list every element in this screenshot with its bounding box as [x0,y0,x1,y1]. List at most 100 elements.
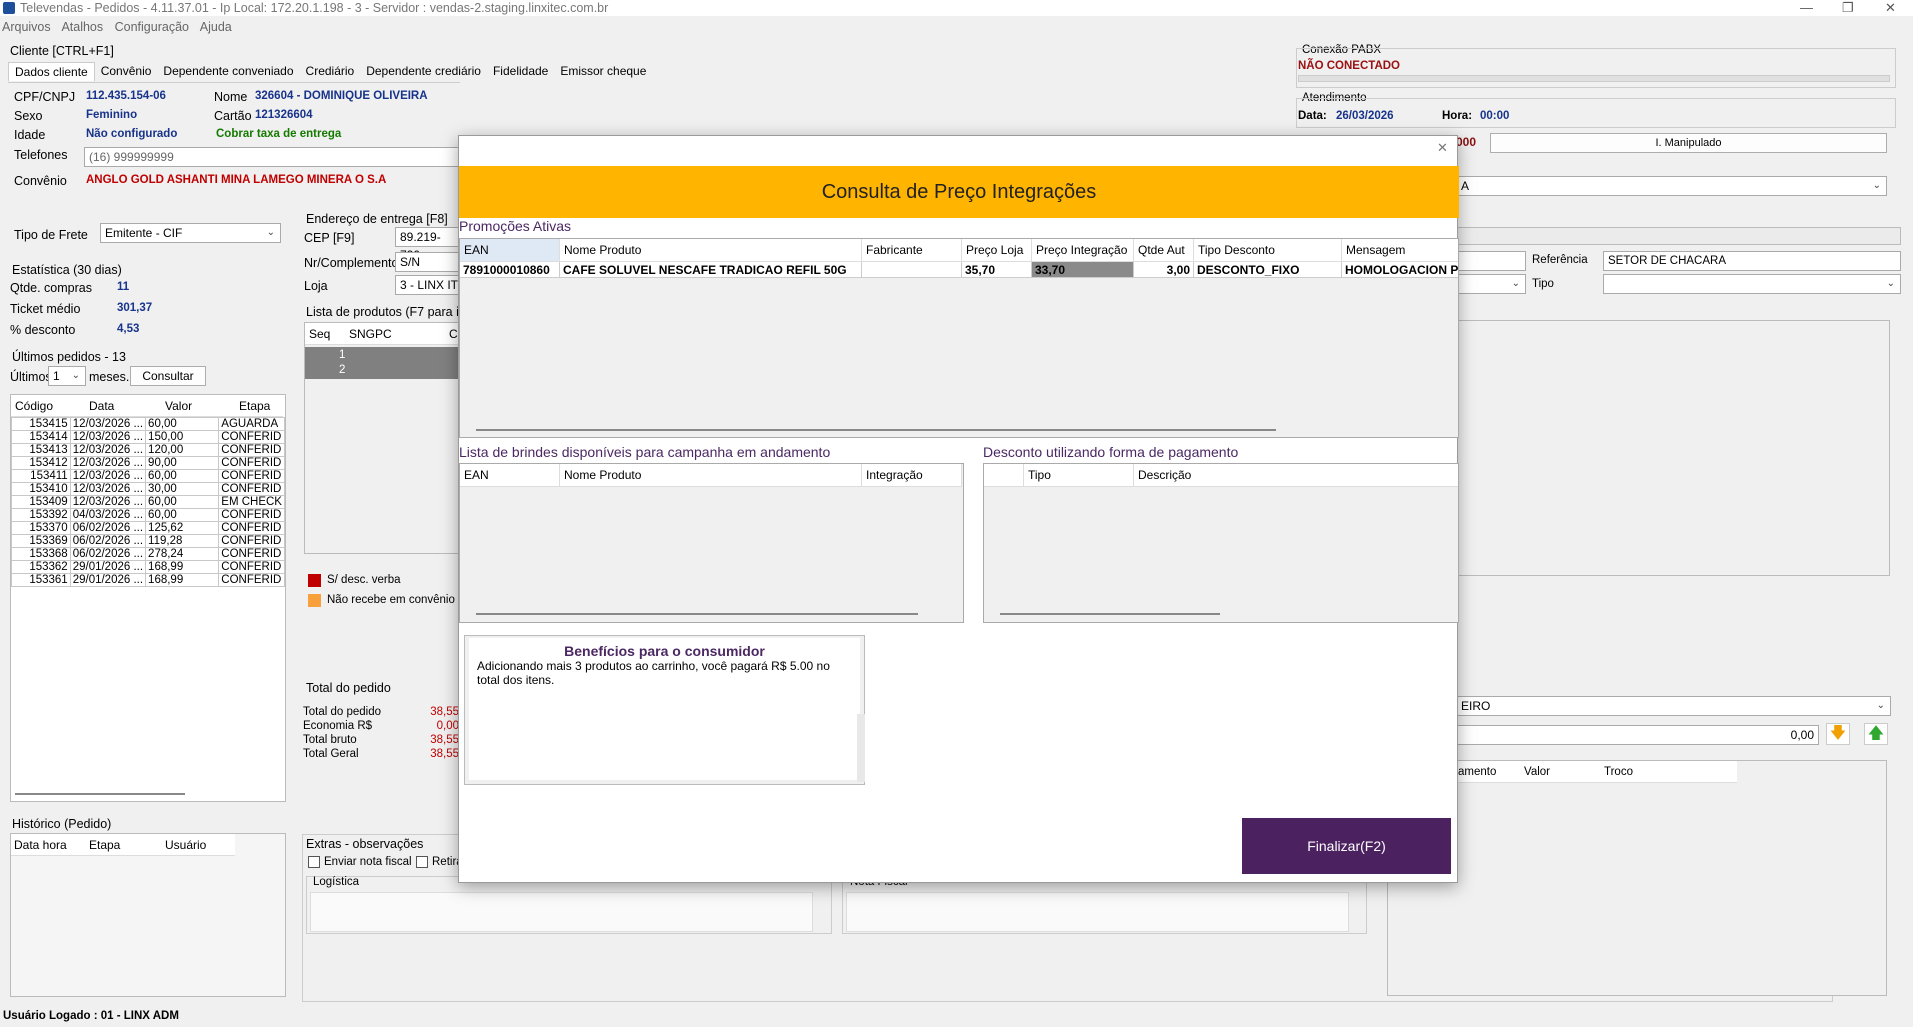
promocoes-grid[interactable]: EAN Nome Produto Fabricante Preço Loja P… [459,238,1459,438]
total-value: 38,55 [430,734,459,746]
cliente-tabs: Dados cliente Convênio Dependente conven… [8,62,652,81]
tab-emissor-cheque[interactable]: Emissor cheque [554,62,652,81]
finalizar-button[interactable]: Finalizar(F2) [1242,818,1451,874]
produto-row-1[interactable]: 1 [339,349,345,361]
pedido-row[interactable]: 153409 12/03/2026 ... 60,00 EM CHECK [11,495,285,509]
consultar-button[interactable]: Consultar [130,366,206,386]
historico-grid[interactable]: Data hora Etapa Usuário [10,833,286,997]
pedido-data: 12/03/2026 ... [69,469,147,483]
desc-label: % desconto [10,323,76,337]
pedido-codigo: 153410 [11,482,71,496]
desconto-title: Desconto utilizando forma de pagamento [983,444,1239,460]
pedido-valor: 150,00 [145,430,220,444]
tab-dados-cliente[interactable]: Dados cliente [8,62,95,81]
enviar-nota-checkbox[interactable] [308,856,320,868]
ultimos-title: Últimos pedidos - 13 [12,350,126,364]
logistica-textarea[interactable] [310,892,813,932]
pedido-row[interactable]: 153414 12/03/2026 ... 150,00 CONFERID [11,430,285,444]
cpf-label: CPF/CNPJ [14,90,76,104]
referencia-field[interactable]: SETOR DE CHACARA [1603,251,1901,271]
pedido-row[interactable]: 153369 06/02/2026 ... 119,28 CONFERID [11,534,285,548]
ultimos-pedidos-grid[interactable]: Código Data Valor Etapa 153415 12/03/2026… [10,394,286,802]
beneficios-scrollbar[interactable] [857,714,865,782]
telefone-field[interactable]: (16) 999999999 [84,147,460,167]
menu-atalhos[interactable]: Atalhos [61,20,103,34]
maximize-button[interactable]: ❐ [1842,0,1854,16]
cep-field[interactable]: 89.219-720 [395,227,459,262]
retira-checkbox[interactable] [416,856,428,868]
col-etapa: Etapa [239,399,271,413]
cell-ean[interactable]: 7891000010860 [460,262,560,278]
field-left[interactable] [1456,251,1526,271]
cell-qtde-aut[interactable]: 3,00 [1134,262,1194,278]
small-select[interactable]: ⌄ [1456,274,1526,294]
menu-ajuda[interactable]: Ajuda [200,20,232,34]
menu-arquivos[interactable]: Arquivos [2,20,51,34]
cell-fabricante[interactable] [862,262,962,278]
total-label: Total bruto [303,734,357,746]
promocoes-scrollbar[interactable] [476,429,1276,431]
brindes-grid[interactable]: EAN Nome Produto Integração [459,463,964,623]
pedido-etapa: AGUARDA [218,417,285,431]
pagamentos-grid[interactable]: amento Valor Troco [1387,760,1887,996]
tipo-select[interactable]: ⌄ [1603,274,1901,294]
pedido-row[interactable]: 153413 12/03/2026 ... 120,00 CONFERID [11,443,285,457]
loja-field[interactable]: 3 - LINX ITEC [395,275,459,295]
data-value: 26/03/2026 [1336,110,1394,122]
tab-dependente-conveniado[interactable]: Dependente conveniado [157,62,299,81]
atendimento-select[interactable]: A ⌄ [1456,176,1887,196]
close-window-button[interactable]: ✕ [1885,0,1896,16]
brindes-scrollbar[interactable] [476,613,918,615]
pabx-progress [1298,75,1890,82]
pedido-etapa: CONFERID [218,508,285,522]
beneficios-title: Benefícios para o consumidor [564,643,765,659]
ultimos-n-select[interactable]: 1 ⌄ [48,366,86,386]
produtos-grid[interactable]: Seq SNGPC C 1 2 [304,322,460,554]
manipulado-button[interactable]: I. Manipulado [1490,133,1887,153]
tab-dependente-crediario[interactable]: Dependente crediário [360,62,487,81]
pedido-etapa: CONFERID [218,547,285,561]
forma-pagamento-select[interactable]: EIRO ⌄ [1456,696,1891,716]
pedido-row[interactable]: 153415 12/03/2026 ... 60,00 AGUARDA [11,417,285,431]
pabx-status: NÃO CONECTADO [1298,60,1401,72]
minimize-button[interactable]: — [1800,0,1813,15]
right-list[interactable] [1456,320,1890,576]
col-seq: Seq [309,327,331,341]
arrow-up-icon[interactable]: 🡅 [1864,723,1888,745]
produto-row-2[interactable]: 2 [339,364,345,376]
arrow-down-icon[interactable]: 🡇 [1826,723,1850,745]
col-valor: Valor [1524,766,1550,778]
tab-convenio[interactable]: Convênio [95,62,158,81]
cell-preco-loja[interactable]: 35,70 [962,262,1032,278]
chevron-down-icon: ⌄ [1511,278,1520,289]
nota-textarea[interactable] [846,892,1349,932]
chevron-down-icon: ⌄ [266,227,275,238]
pedido-row[interactable]: 153411 12/03/2026 ... 60,00 CONFERID [11,469,285,483]
telefones-label: Telefones [14,148,68,162]
pedido-row[interactable]: 153368 06/02/2026 ... 278,24 CONFERID [11,547,285,561]
cell-preco-integracao[interactable]: 33,70 [1032,262,1134,278]
cell-nome-produto[interactable]: CAFE SOLUVEL NESCAFE TRADICAO REFIL 50G [560,262,862,278]
scrollbar[interactable] [15,793,185,795]
cell-mensagem[interactable]: HOMOLOGACION PAC [1342,262,1458,278]
valor-pagamento-field[interactable]: 0,00 [1456,725,1819,745]
cell-tipo-desconto[interactable]: DESCONTO_FIXO [1194,262,1342,278]
pedido-row[interactable]: 153410 12/03/2026 ... 30,00 CONFERID [11,482,285,496]
forma-pagamento-value: EIRO [1461,699,1491,713]
tab-fidelidade[interactable]: Fidelidade [487,62,554,81]
frete-select[interactable]: Emitente - CIF ⌄ [100,223,281,243]
pedido-row[interactable]: 153370 06/02/2026 ... 125,62 CONFERID [11,521,285,535]
menu-configuracao[interactable]: Configuração [115,20,189,34]
close-icon[interactable]: ✕ [1437,140,1448,156]
nr-field[interactable]: S/N [395,252,459,272]
desconto-scrollbar[interactable] [1000,613,1220,615]
pedido-data: 06/02/2026 ... [69,521,147,535]
pedido-valor: 60,00 [145,495,220,509]
desconto-grid[interactable]: Tipo Descrição [983,463,1459,623]
pedido-row[interactable]: 153361 29/01/2026 ... 168,99 CONFERID [11,573,285,587]
valor-red: 000 [1456,135,1477,149]
pedido-row[interactable]: 153362 29/01/2026 ... 168,99 CONFERID [11,560,285,574]
pedido-row[interactable]: 153412 12/03/2026 ... 90,00 CONFERID [11,456,285,470]
tab-crediario[interactable]: Crediário [300,62,361,81]
pedido-row[interactable]: 153392 04/03/2026 ... 60,00 CONFERID [11,508,285,522]
